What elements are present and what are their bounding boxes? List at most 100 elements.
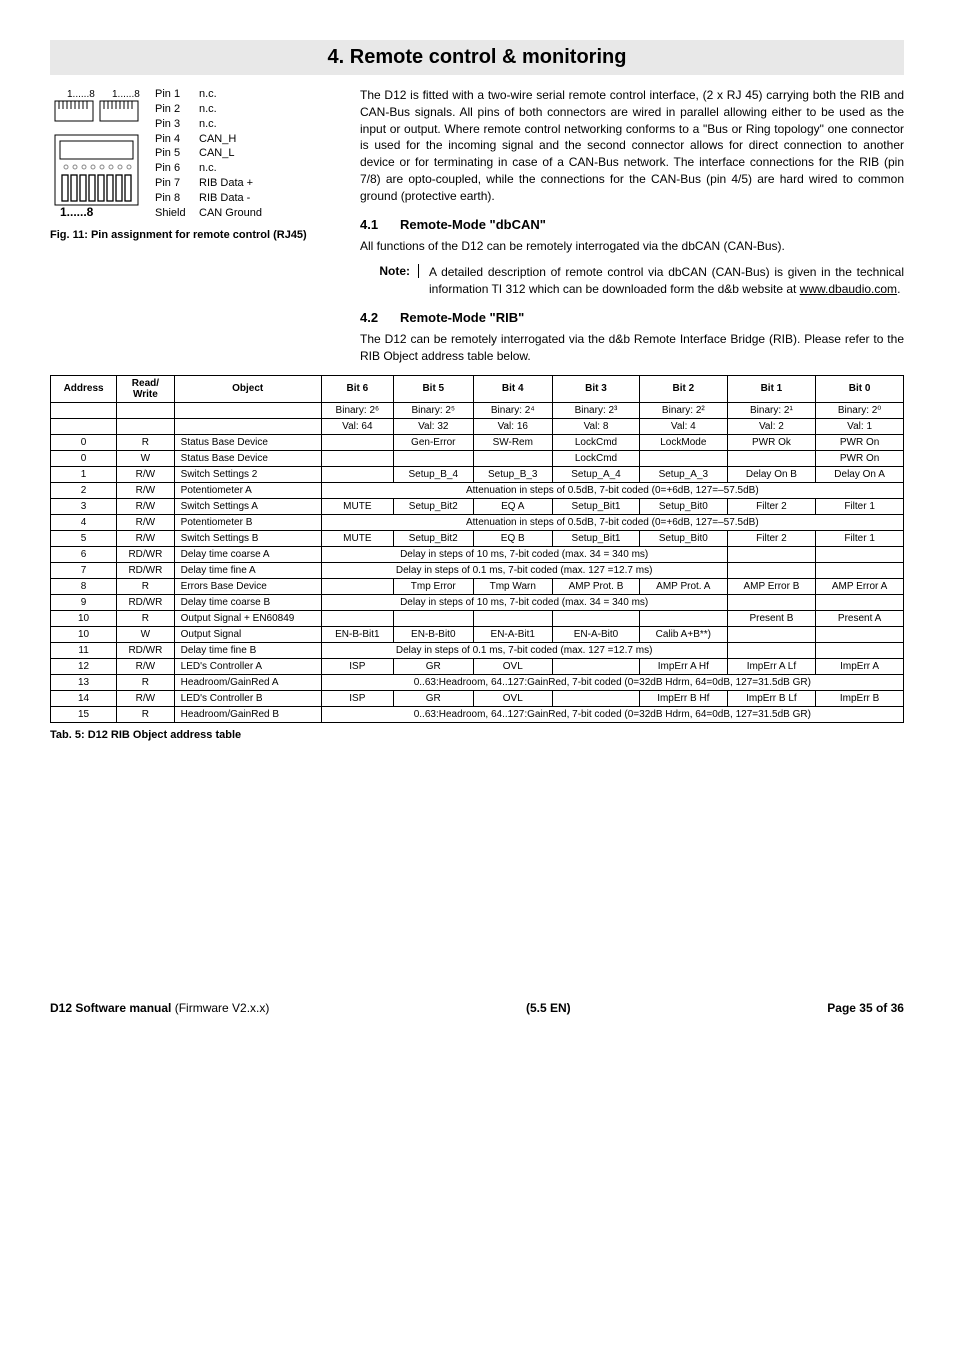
table-cell: 3: [51, 498, 117, 514]
left-column: 1......8 1......8: [50, 87, 340, 264]
table-cell: [394, 450, 473, 466]
table-cell: Delay On B: [727, 466, 816, 482]
table-cell: EQ B: [473, 530, 552, 546]
table-cell: Potentiometer B: [174, 514, 321, 530]
table-cell: ImpErr A: [816, 658, 904, 674]
table-cell: 9: [51, 594, 117, 610]
pin-name: Shield: [155, 206, 193, 221]
table-span-cell: Attenuation in steps of 0.5dB, 7-bit cod…: [321, 482, 903, 498]
table-cell: [321, 578, 393, 594]
table-cell: Val: 64: [321, 418, 393, 434]
table-cell: EQ A: [473, 498, 552, 514]
pin-row: Pin 8RIB Data -: [155, 191, 262, 206]
table-cell: [727, 594, 816, 610]
table-cell: 11: [51, 642, 117, 658]
table-row: 14R/WLED's Controller BISPGROVLImpErr B …: [51, 690, 904, 706]
table-cell: R: [117, 578, 175, 594]
pin-name: Pin 6: [155, 161, 193, 176]
table-cell: Setup_A_3: [640, 466, 728, 482]
table-cell: Filter 1: [816, 498, 904, 514]
table-cell: Binary: 2²: [640, 402, 728, 418]
table-row: 3R/WSwitch Settings AMUTESetup_Bit2EQ AS…: [51, 498, 904, 514]
table-cell: Tmp Error: [394, 578, 473, 594]
table-cell: Output Signal: [174, 626, 321, 642]
table-cell: [321, 450, 393, 466]
table-cell: Setup_B_3: [473, 466, 552, 482]
col-header: Object: [174, 375, 321, 402]
table-cell: ImpErr B Lf: [727, 690, 816, 706]
pin-row: Pin 3n.c.: [155, 117, 262, 132]
pin-row: Pin 6n.c.: [155, 161, 262, 176]
figure-caption: Fig. 11: Pin assignment for remote contr…: [50, 229, 340, 241]
table-cell: AMP Prot. A: [640, 578, 728, 594]
pin-row: Pin 1 n.c.: [155, 87, 262, 102]
table-cell: [51, 402, 117, 418]
table-cell: Switch Settings A: [174, 498, 321, 514]
table-cell: OVL: [473, 690, 552, 706]
pin-signal: n.c.: [199, 117, 217, 132]
table-cell: W: [117, 626, 175, 642]
table-cell: R/W: [117, 530, 175, 546]
table-cell: LED's Controller A: [174, 658, 321, 674]
col-header: Bit 5: [394, 375, 473, 402]
table-cell: [816, 594, 904, 610]
table-row: 10WOutput SignalEN-B-Bit1EN-B-Bit0EN-A-B…: [51, 626, 904, 642]
table-row: 13RHeadroom/GainRed A0..63:Headroom, 64.…: [51, 674, 904, 690]
table-row: 11RD/WRDelay time fine BDelay in steps o…: [51, 642, 904, 658]
table-cell: EN-A-Bit1: [473, 626, 552, 642]
table-row: 12R/WLED's Controller AISPGROVLImpErr A …: [51, 658, 904, 674]
table-cell: Setup_Bit0: [640, 530, 728, 546]
table-cell: Setup_Bit1: [553, 530, 640, 546]
table-cell: Gen-Error: [394, 434, 473, 450]
pin-signal: n.c.: [199, 102, 217, 117]
table-cell: RD/WR: [117, 642, 175, 658]
table-cell: [727, 642, 816, 658]
table-cell: RD/WR: [117, 594, 175, 610]
table-cell: Val: 8: [553, 418, 640, 434]
table-cell: 1: [51, 466, 117, 482]
table-cell: RD/WR: [117, 546, 175, 562]
table-cell: [727, 562, 816, 578]
table-cell: Setup_Bit2: [394, 498, 473, 514]
table-cell: Val: 32: [394, 418, 473, 434]
table-span-cell: Delay in steps of 0.1 ms, 7-bit coded (m…: [321, 562, 727, 578]
table-cell: PWR On: [816, 434, 904, 450]
table-row: 7RD/WRDelay time fine ADelay in steps of…: [51, 562, 904, 578]
note-body: A detailed description of remote control…: [429, 264, 904, 298]
table-cell: EN-B-Bit0: [394, 626, 473, 642]
table-cell: Val: 1: [816, 418, 904, 434]
table-cell: R: [117, 674, 175, 690]
table-cell: Setup_B_4: [394, 466, 473, 482]
table-cell: Present A: [816, 610, 904, 626]
table-cell: LockCmd: [553, 434, 640, 450]
table-cell: [174, 418, 321, 434]
table-cell: [553, 658, 640, 674]
col-header: Bit 2: [640, 375, 728, 402]
table-cell: Binary: 2⁵: [394, 402, 473, 418]
pin-name: Pin 8: [155, 191, 193, 206]
dbaudio-link[interactable]: www.dbaudio.com: [800, 282, 897, 296]
footer-right: Page 35 of 36: [827, 1001, 904, 1015]
pin-signal: CAN_L: [199, 146, 234, 161]
table-cell: Output Signal + EN60849: [174, 610, 321, 626]
pin-top-label-a: 1......8: [67, 89, 95, 100]
table-cell: [174, 402, 321, 418]
pin-name: Pin 1: [155, 87, 193, 102]
table-cell: Errors Base Device: [174, 578, 321, 594]
table-cell: 14: [51, 690, 117, 706]
col-header: Read/Write: [117, 375, 175, 402]
table-caption: Tab. 5: D12 RIB Object address table: [50, 729, 904, 741]
table-cell: Status Base Device: [174, 434, 321, 450]
table-cell: OVL: [473, 658, 552, 674]
pin-signal: n.c.: [199, 87, 217, 102]
table-cell: Switch Settings 2: [174, 466, 321, 482]
table-cell: EN-A-Bit0: [553, 626, 640, 642]
rj45-diagram: 1......8 1......8: [50, 87, 145, 220]
col-header: Bit 4: [473, 375, 552, 402]
table-cell: R/W: [117, 658, 175, 674]
table-cell: ImpErr B: [816, 690, 904, 706]
section-title-bar: 4. Remote control & monitoring: [50, 40, 904, 75]
table-cell: PWR On: [816, 450, 904, 466]
table-cell: [51, 418, 117, 434]
pin-row: Pin 7RIB Data +: [155, 176, 262, 191]
